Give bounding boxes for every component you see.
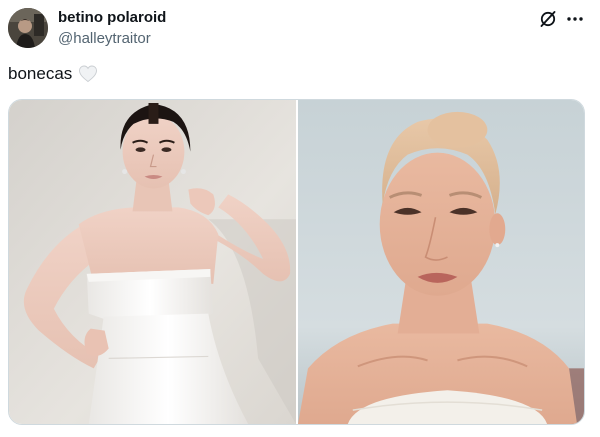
photo-2[interactable] (298, 100, 584, 424)
tweet-text: bonecas (8, 64, 98, 84)
white-heart-icon (78, 64, 98, 84)
tweet-card: betino polaroid @halleytraitor bonecas (0, 0, 600, 437)
avatar[interactable] (8, 8, 48, 48)
author-display-name[interactable]: betino polaroid (58, 9, 166, 26)
tweet-text-content: bonecas (8, 64, 73, 83)
author-handle[interactable]: @halleytraitor (58, 30, 151, 47)
grok-icon[interactable] (538, 9, 558, 29)
more-icon[interactable] (564, 9, 586, 29)
media-grid (8, 99, 585, 425)
photo-1[interactable] (9, 100, 296, 424)
